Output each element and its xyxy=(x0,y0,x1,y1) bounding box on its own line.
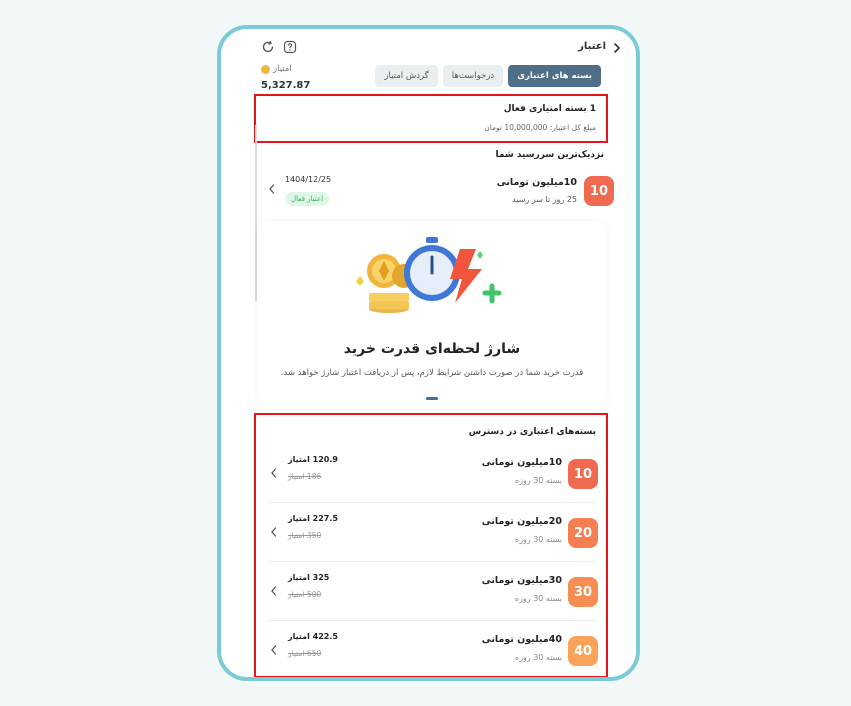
package-badge: 20 xyxy=(568,518,598,548)
tab-points-history[interactable]: گردش امتیاز xyxy=(375,65,438,87)
chevron-left-icon[interactable] xyxy=(610,41,624,55)
package-old-price: 500 امتیاز xyxy=(288,590,322,599)
active-package-summary: 1 بسته امتیازی فعال مبلغ کل اعتبار: 10,0… xyxy=(254,94,608,143)
chevron-left-icon xyxy=(267,183,277,198)
package-badge: 30 xyxy=(568,577,598,607)
package-name: 20میلیون تومانی xyxy=(481,516,562,527)
phone-frame: اعتبار امتیاز 5,327.87 بسته های اعتباری … xyxy=(217,25,640,681)
points-label: امتیاز xyxy=(273,64,292,74)
package-price: 422.5 امتیاز xyxy=(288,632,338,641)
package-row-10[interactable]: 10 10میلیون تومانی بسته 30 روزه 120.9 ام… xyxy=(268,445,598,503)
page-title: اعتبار xyxy=(578,41,606,52)
points-value: 5,327.87 xyxy=(261,80,311,91)
package-price: 120.9 امتیاز xyxy=(288,455,338,464)
package-row-40[interactable]: 40 40میلیون تومانی بسته 30 روزه 422.5 ام… xyxy=(268,622,598,677)
tab-requests[interactable]: درخواست‌ها xyxy=(442,65,504,87)
package-price: 325 امتیاز xyxy=(288,573,330,582)
available-packages-heading: بسته‌های اعتباری در دسترس xyxy=(468,427,596,437)
package-name: 40میلیون تومانی xyxy=(481,634,562,645)
chevron-left-icon xyxy=(269,585,279,600)
tab-credit-packages[interactable]: بسته های اعتباری xyxy=(508,65,601,87)
stopwatch-coins-illustration xyxy=(356,237,502,313)
carousel-indicator[interactable] xyxy=(426,397,438,400)
tab-bar: بسته های اعتباری درخواست‌ها گردش امتیاز xyxy=(375,65,601,87)
active-package-title: 1 بسته امتیازی فعال xyxy=(503,104,596,114)
package-old-price: 350 امتیاز xyxy=(288,531,322,540)
chevron-left-icon xyxy=(269,644,279,659)
coin-icon xyxy=(261,64,270,74)
instant-charge-promo: شارژ لحظه‌ای قدرت خرید قدرت خرید شما در … xyxy=(257,221,607,409)
nearest-due-heading: نزدیک‌ترین سررسید شما xyxy=(495,150,604,160)
screen: اعتبار امتیاز 5,327.87 بسته های اعتباری … xyxy=(221,29,636,677)
active-package-amount: مبلغ کل اعتبار: 10,000,000 تومان xyxy=(484,123,596,132)
status-badge: اعتبار فعال xyxy=(285,192,330,206)
points-summary: امتیاز 5,327.87 xyxy=(261,64,310,91)
package-duration: بسته 30 روزه xyxy=(514,535,562,544)
package-badge: 10 xyxy=(584,176,614,206)
package-name: 10میلیون تومانی xyxy=(481,457,562,468)
package-remaining: 25 روز تا سر رسید xyxy=(512,195,577,204)
available-packages-section: بسته‌های اعتباری در دسترس 10 10میلیون تو… xyxy=(254,413,608,677)
refresh-icon[interactable] xyxy=(261,39,275,53)
package-row-30[interactable]: 30 30میلیون تومانی بسته 30 روزه 325 امتی… xyxy=(268,563,598,621)
package-duration: بسته 30 روزه xyxy=(514,476,562,485)
chevron-left-icon xyxy=(269,526,279,541)
package-name: 10میلیون تومانی xyxy=(496,177,577,188)
package-old-price: 186 امتیاز xyxy=(288,472,322,481)
promo-description: قدرت خرید شما در صورت داشتن شرایط لازم، … xyxy=(280,368,584,378)
package-old-price: 650 امتیاز xyxy=(288,649,322,658)
chevron-left-icon xyxy=(269,467,279,482)
package-badge: 10 xyxy=(568,459,598,489)
package-name: 30میلیون تومانی xyxy=(481,575,562,586)
question-icon[interactable] xyxy=(283,39,297,54)
promo-title: شارژ لحظه‌ای قدرت خرید xyxy=(343,341,521,357)
package-price: 227.5 امتیاز xyxy=(288,514,338,523)
points-label-row: امتیاز xyxy=(261,64,310,74)
package-duration: بسته 30 روزه xyxy=(514,594,562,603)
package-badge: 40 xyxy=(568,636,598,666)
package-duration: بسته 30 روزه xyxy=(514,653,562,662)
package-row-20[interactable]: 20 20میلیون تومانی بسته 30 روزه 227.5 ام… xyxy=(268,504,598,562)
nearest-package-card[interactable]: 10 10میلیون تومانی 25 روز تا سر رسید 140… xyxy=(257,167,614,213)
due-date: 1404/12/25 xyxy=(285,175,332,184)
